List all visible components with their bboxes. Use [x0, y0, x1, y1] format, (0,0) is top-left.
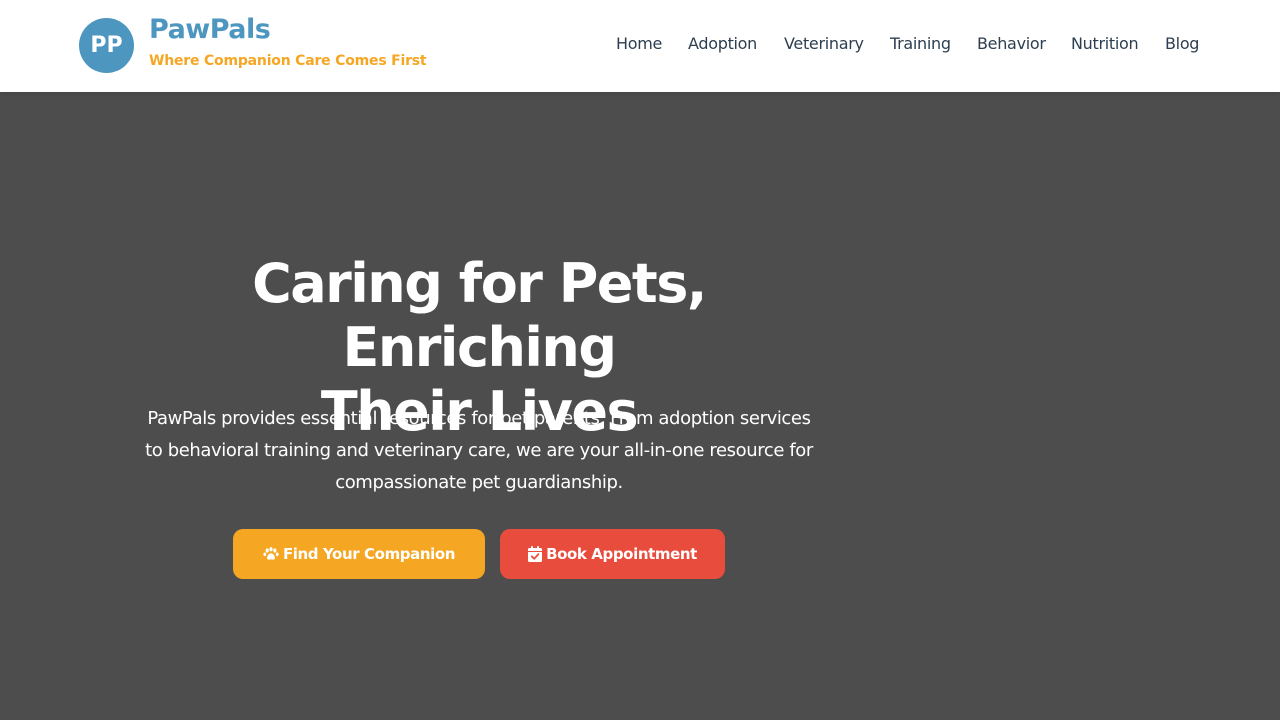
nav-item-adoption[interactable]: Adoption: [688, 34, 757, 53]
hero-text-line-1: PawPals provides essential resources for…: [147, 408, 811, 429]
main-nav: Home Adoption Veterinary Training Behavi…: [0, 34, 1280, 58]
nav-item-veterinary[interactable]: Veterinary: [784, 34, 864, 53]
paw-icon: [263, 547, 279, 560]
find-companion-label: Find Your Companion: [282, 545, 456, 563]
nav-item-nutrition[interactable]: Nutrition: [1071, 34, 1139, 53]
site-header: PP PawPals Where Companion Care Comes Fi…: [0, 0, 1280, 92]
book-appointment-button[interactable]: Book Appointment: [500, 529, 725, 579]
find-companion-button[interactable]: Find Your Companion: [233, 529, 485, 579]
hero-description: PawPals provides essential resources for…: [124, 403, 834, 499]
nav-item-behavior[interactable]: Behavior: [977, 34, 1046, 53]
nav-item-training[interactable]: Training: [890, 34, 951, 53]
calendar-check-icon: [528, 546, 543, 562]
hero-text-line-2: to behavioral training and veterinary ca…: [145, 440, 813, 461]
nav-item-blog[interactable]: Blog: [1165, 34, 1199, 53]
nav-item-home[interactable]: Home: [616, 34, 662, 53]
hero-text-line-3: compassionate pet guardianship.: [335, 472, 623, 493]
book-appointment-label: Book Appointment: [546, 545, 697, 563]
hero-title-line-1: Caring for Pets, Enriching: [252, 252, 707, 379]
